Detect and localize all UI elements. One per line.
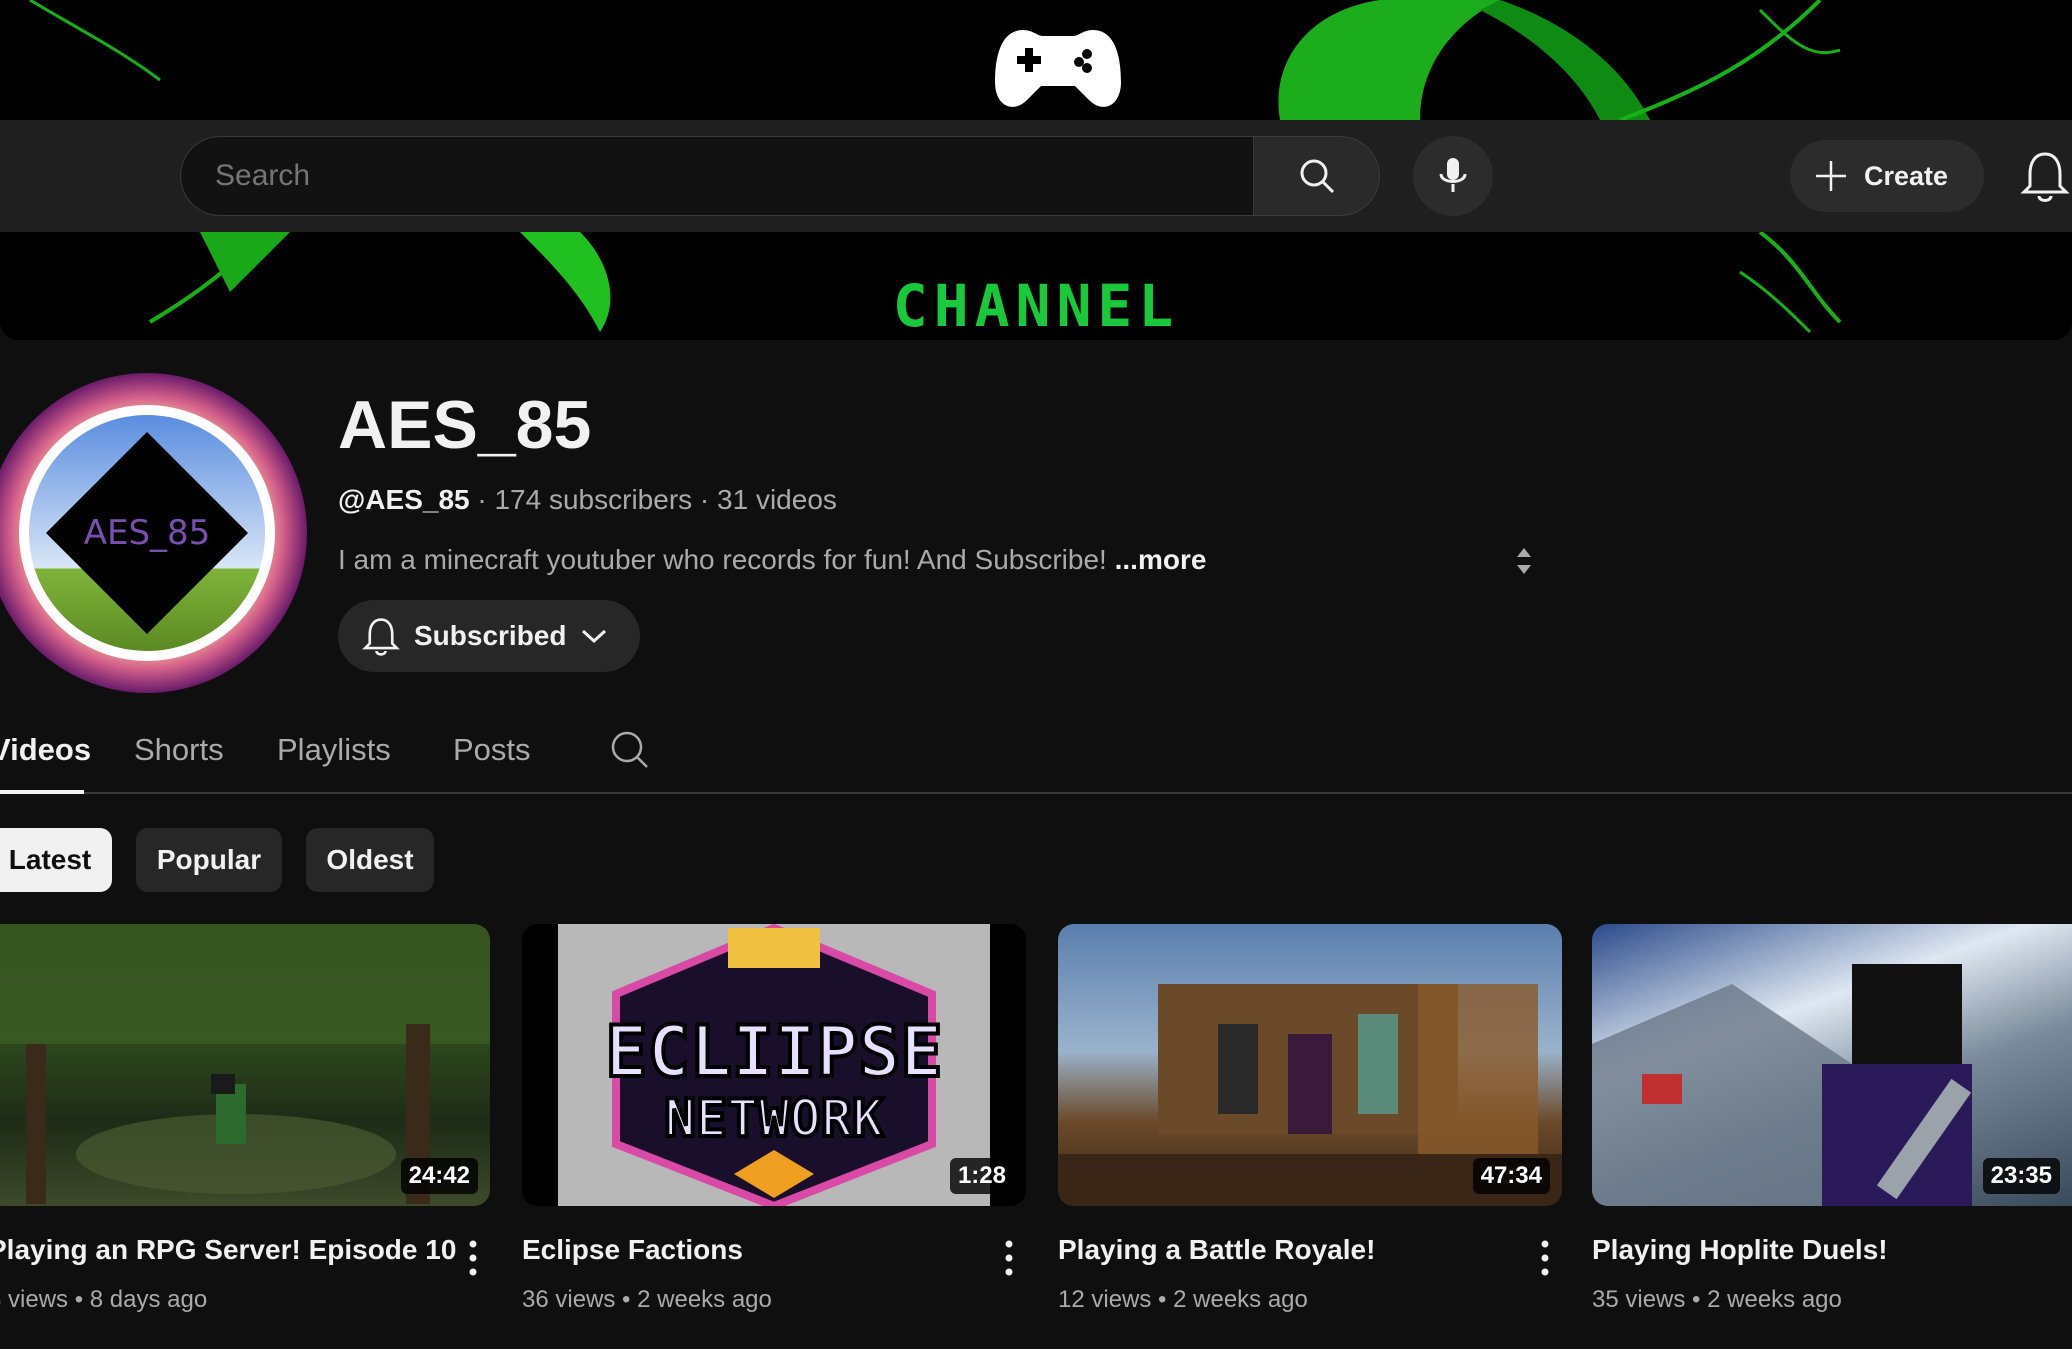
video-thumbnail-4[interactable]: 23:35 (1592, 924, 2072, 1206)
video-duration-3: 47:34 (1472, 1158, 1550, 1194)
tab-videos[interactable]: Videos (0, 732, 91, 768)
video-meta-2: 36 views • 2 weeks ago (522, 1286, 772, 1313)
video-views-3: 12 views (1058, 1286, 1152, 1313)
active-tab-indicator (0, 790, 84, 794)
channel-tabs: Videos Shorts Playlists Posts (0, 722, 2072, 794)
search-button[interactable] (1253, 136, 1380, 216)
gamepad-icon (995, 30, 1121, 107)
banner-channel-text: CHANNEL (892, 272, 1180, 340)
avatar-text: AES_85 (84, 513, 211, 553)
video-meta-4: 35 views • 2 weeks ago (1592, 1286, 1842, 1313)
more-options-icon[interactable] (466, 1238, 480, 1278)
voice-search-button[interactable] (1413, 136, 1493, 216)
chip-oldest[interactable]: Oldest (306, 828, 434, 892)
sort-arrows-icon (1517, 548, 1531, 574)
plus-icon (1816, 161, 1846, 191)
tab-posts[interactable]: Posts (453, 732, 531, 768)
bell-icon (362, 618, 400, 656)
channel-name: AES_85 (338, 387, 592, 463)
microphone-icon (1439, 158, 1467, 192)
video-views-4: 35 views (1592, 1286, 1686, 1313)
video-thumbnail-1[interactable]: 24:42 (0, 924, 490, 1206)
notifications-bell-icon[interactable] (2020, 148, 2070, 204)
video-title-3[interactable]: Playing a Battle Royale! (1058, 1234, 1375, 1266)
video-meta-1: 3 views • 8 days ago (0, 1286, 207, 1314)
video-title-1[interactable]: Playing an RPG Server! Episode 10 (0, 1234, 456, 1266)
video-title-2[interactable]: Eclipse Factions (522, 1234, 743, 1266)
channel-description[interactable]: I am a minecraft youtuber who records fo… (338, 544, 1206, 576)
channel-banner-bottom: CHANNEL (0, 232, 2072, 340)
video-age-2: 2 weeks ago (637, 1286, 772, 1313)
tab-shorts[interactable]: Shorts (134, 732, 224, 768)
video-age-3: 2 weeks ago (1173, 1286, 1308, 1313)
video-age-4: 2 weeks ago (1707, 1286, 1842, 1313)
video-duration-2: 1:28 (949, 1158, 1014, 1194)
tab-playlists[interactable]: Playlists (277, 732, 391, 768)
video-thumbnail-3[interactable]: 47:34 (1058, 924, 1562, 1206)
channel-banner-top (0, 0, 2072, 120)
channel-meta: @AES_85 · 174 subscribers · 31 videos (338, 484, 837, 515)
subscriber-count: 174 subscribers (494, 484, 693, 515)
more-options-icon[interactable] (1538, 1238, 1552, 1278)
video-duration-1: 24:42 (400, 1158, 478, 1194)
subscribed-button[interactable]: Subscribed (338, 600, 640, 672)
thumb-text-network: NETWORK (664, 1089, 884, 1149)
video-title-4[interactable]: Playing Hoplite Duels! (1592, 1234, 1888, 1266)
top-header-bar: Create (0, 120, 2072, 232)
create-label: Create (1864, 160, 1949, 191)
search-icon (1300, 159, 1334, 194)
search-input[interactable] (180, 136, 1254, 216)
video-meta-3: 12 views • 2 weeks ago (1058, 1286, 1308, 1313)
thumb-text-eclipse: ECLIIPSE (605, 1011, 942, 1093)
description-text: I am a minecraft youtuber who records fo… (338, 544, 1107, 575)
video-views-1: 3 views (0, 1286, 69, 1313)
youtube-channel-page: Create CHANNEL (0, 0, 2072, 1349)
video-duration-4: 23:35 (1982, 1158, 2060, 1194)
chip-latest[interactable]: Latest (0, 828, 112, 892)
chevron-down-icon (582, 629, 607, 644)
channel-search-icon[interactable] (610, 730, 650, 770)
video-age-1: 8 days ago (89, 1286, 208, 1313)
video-thumbnail-2[interactable]: ECLIIPSE NETWORK 1:28 (522, 924, 1026, 1206)
chip-popular[interactable]: Popular (136, 828, 282, 892)
video-count: 31 videos (717, 484, 837, 515)
more-link[interactable]: ...more (1115, 544, 1207, 575)
more-options-icon[interactable] (1002, 1238, 1016, 1278)
subscribed-label: Subscribed (414, 620, 567, 651)
video-views-2: 36 views (522, 1286, 616, 1313)
channel-avatar: AES_85 (0, 373, 307, 693)
channel-handle: @AES_85 (338, 484, 470, 515)
create-button[interactable]: Create (1790, 140, 1984, 212)
